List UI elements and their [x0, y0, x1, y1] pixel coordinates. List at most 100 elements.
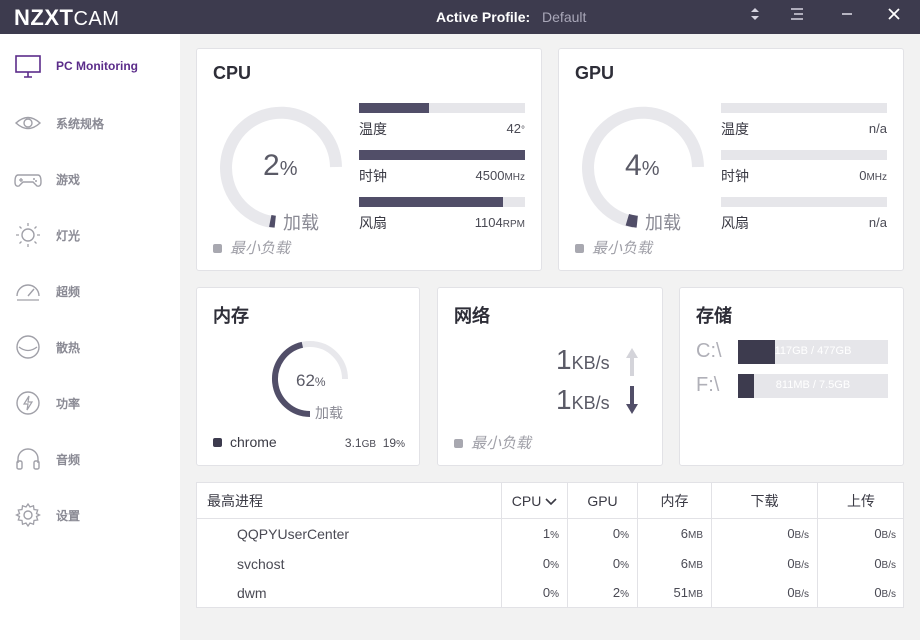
cpu-title: CPU: [213, 63, 252, 83]
sidebar-item-label: PC Monitoring: [56, 59, 138, 73]
sidebar-item-label: 超频: [56, 285, 81, 299]
memory-process-usage: 3.1GB 19%: [344, 436, 405, 450]
gpu-temp-stat: 温度 n/a: [721, 103, 887, 137]
table-cell-download: 0B/s: [712, 519, 818, 549]
sidebar-item-label: 散热: [56, 341, 81, 355]
drive-c-usage-text: 117GB / 477GB: [774, 345, 852, 357]
table-row-process-name[interactable]: dwm: [197, 578, 502, 608]
table-cell-memory: 6MB: [638, 519, 712, 549]
monitor-icon: [15, 55, 41, 78]
gpu-min-load: 最小负载: [575, 237, 652, 258]
drive-c-letter: C:\: [696, 340, 722, 362]
sidebar-item-specs[interactable]: 系统规格: [0, 100, 180, 144]
sidebar-item-settings[interactable]: 设置: [0, 492, 180, 536]
table-cell-memory: 51MB: [638, 578, 712, 608]
minimize-icon[interactable]: [836, 6, 858, 28]
table-row-process-name[interactable]: QQPYUserCenter: [197, 519, 502, 549]
menu-icon[interactable]: [785, 6, 807, 28]
memory-load-label: 加载: [315, 405, 343, 421]
table-cell-upload: 0B/s: [874, 585, 896, 600]
sidebar-item-overclock[interactable]: 超频: [0, 268, 180, 312]
table-cell-memory: 6MB: [638, 549, 712, 579]
cpu-fan-stat: 风扇 1104RPM: [359, 197, 525, 231]
network-download-value: 1KB/s: [556, 384, 610, 415]
download-arrow-icon: [626, 386, 638, 414]
sidebar-item-label: 音频: [56, 453, 81, 467]
cpu-load-label: 加载: [283, 213, 319, 233]
close-icon[interactable]: [883, 6, 905, 28]
cooling-icon: [16, 335, 40, 359]
column-header-process[interactable]: 最高进程: [197, 483, 502, 519]
sidebar-item-label: 设置: [56, 509, 81, 523]
column-header-memory[interactable]: 内存: [638, 483, 712, 519]
sidebar: PC Monitoring 系统规格 游戏 灯光 超频 散热 功率 音频 设置: [0, 34, 180, 640]
app-logo: NZXTCAM: [14, 5, 120, 30]
headphones-icon: [16, 448, 40, 470]
gpu-load-label: 加载: [645, 213, 681, 233]
gpu-clock-stat: 时钟 0MHz: [721, 150, 887, 184]
table-row-process-name[interactable]: svchost: [197, 549, 502, 579]
memory-card: 内存 62% 加载 chrome 3.1GB 19%: [196, 287, 420, 466]
bolt-icon: [16, 391, 40, 415]
eye-icon: [14, 116, 42, 130]
column-header-cpu[interactable]: CPU: [502, 483, 568, 519]
gpu-title: GPU: [575, 63, 615, 83]
sidebar-item-label: 功率: [56, 397, 81, 411]
drive-c-usage-bar: 117GB / 477GB: [738, 340, 888, 364]
sidebar-item-cooling[interactable]: 散热: [0, 324, 180, 368]
table-cell-cpu: 0%: [502, 549, 568, 579]
cpu-load-value: 2%: [263, 149, 298, 182]
memory-value: 62%: [296, 371, 326, 390]
network-title: 网络: [454, 306, 490, 326]
gamepad-icon: [14, 174, 42, 187]
drive-f-letter: F:\: [696, 374, 720, 396]
gear-icon: [15, 502, 41, 528]
speedometer-icon: [16, 284, 40, 301]
table-cell-gpu: 0%: [568, 549, 638, 579]
cpu-min-load: 最小负载: [213, 237, 290, 258]
sun-icon: [16, 223, 40, 247]
gpu-card: GPU 4% 加载 最小负载 温度 n/a 时钟 0MHz 风扇 n/a: [558, 48, 904, 271]
cpu-card: CPU 2% 加载 最小负载 温度 42° 时钟 4500MHz 风扇 1104…: [196, 48, 542, 271]
table-cell-upload: 0B/s: [874, 556, 896, 571]
column-header-download[interactable]: 下载: [712, 483, 818, 519]
table-cell-upload: 0B/s: [874, 526, 896, 541]
cpu-clock-stat: 时钟 4500MHz: [359, 150, 525, 184]
drive-f-usage-bar: 811MB / 7.5GB: [738, 374, 888, 398]
cpu-temp-stat: 温度 42°: [359, 103, 525, 137]
table-cell-cpu: 0%: [502, 578, 568, 608]
upload-arrow-icon: [626, 348, 638, 376]
memory-title: 内存: [213, 306, 249, 326]
sidebar-item-label: 游戏: [56, 173, 81, 187]
table-cell-download: 0B/s: [712, 549, 818, 579]
sidebar-item-label: 系统规格: [56, 117, 105, 131]
sidebar-item-power[interactable]: 功率: [0, 380, 180, 424]
table-cell-cpu: 1%: [502, 519, 568, 549]
title-bar: NZXTCAM Active Profile: Default: [0, 0, 920, 34]
network-upload-value: 1KB/s: [556, 344, 610, 375]
top-processes-table: 最高进程 CPU GPU 内存 下载 上传 QQPYUserCenter 1% …: [196, 482, 904, 608]
drive-f-usage-text: 811MB / 7.5GB: [775, 379, 851, 391]
table-cell-gpu: 2%: [568, 578, 638, 608]
storage-title: 存储: [696, 306, 732, 326]
memory-top-process: chrome: [213, 434, 277, 450]
network-card: 网络 1KB/s 1KB/s 最小负载: [437, 287, 663, 466]
sidebar-item-label: 灯光: [56, 229, 81, 243]
gpu-load-value: 4%: [625, 149, 660, 182]
active-profile[interactable]: Active Profile: Default: [436, 9, 586, 25]
active-profile-value[interactable]: Default: [542, 9, 586, 25]
sidebar-item-audio[interactable]: 音频: [0, 436, 180, 480]
sidebar-item-pc-monitoring[interactable]: PC Monitoring: [0, 44, 180, 88]
profile-toggle-icon[interactable]: [744, 6, 766, 28]
chevron-down-icon: [545, 498, 557, 506]
gpu-fan-stat: 风扇 n/a: [721, 197, 887, 231]
column-header-gpu[interactable]: GPU: [568, 483, 638, 519]
table-cell-download: 0B/s: [712, 578, 818, 608]
table-cell-gpu: 0%: [568, 519, 638, 549]
sidebar-item-lighting[interactable]: 灯光: [0, 212, 180, 256]
column-header-upload[interactable]: 上传: [818, 483, 904, 519]
network-min-load: 最小负载: [454, 432, 531, 453]
storage-card: 存储 C:\ 117GB / 477GB F:\ 811MB / 7.5GB: [679, 287, 904, 466]
sidebar-item-games[interactable]: 游戏: [0, 156, 180, 200]
active-profile-label: Active Profile:: [436, 9, 531, 25]
